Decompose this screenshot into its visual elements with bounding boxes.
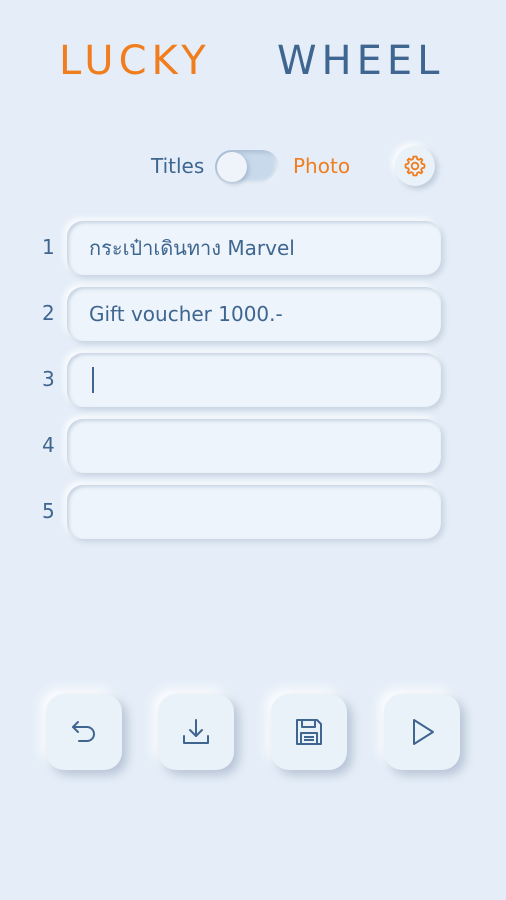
mode-switch[interactable] bbox=[215, 150, 279, 184]
entry-row-5: 5 bbox=[0, 485, 506, 541]
entry-input-4[interactable] bbox=[67, 419, 441, 473]
title-word-lucky: LUCKY bbox=[59, 38, 211, 84]
play-icon bbox=[413, 719, 434, 745]
save-icon bbox=[296, 719, 322, 745]
entry-row-3: 3 bbox=[0, 353, 506, 409]
save-button[interactable] bbox=[271, 694, 347, 770]
entry-number: 2 bbox=[42, 301, 55, 325]
entry-number: 4 bbox=[42, 433, 55, 457]
download-button[interactable] bbox=[158, 694, 234, 770]
entry-row-1: 1 กระเป๋าเดินทาง Marvel bbox=[0, 221, 506, 277]
entry-number: 1 bbox=[42, 235, 55, 259]
download-icon bbox=[183, 719, 209, 744]
title-word-wheel: WHEEL bbox=[277, 38, 445, 84]
app-title: LUCKY WHEEL bbox=[0, 38, 506, 88]
switch-knob bbox=[217, 152, 247, 182]
entry-row-4: 4 bbox=[0, 419, 506, 475]
entry-input-1[interactable]: กระเป๋าเดินทาง Marvel bbox=[67, 221, 441, 275]
entry-input-5[interactable] bbox=[67, 485, 441, 539]
entry-input-3[interactable] bbox=[67, 353, 441, 407]
titles-label[interactable]: Titles bbox=[151, 154, 204, 178]
settings-button[interactable] bbox=[395, 146, 435, 186]
play-button[interactable] bbox=[384, 694, 460, 770]
entry-row-2: 2 Gift voucher 1000.- bbox=[0, 287, 506, 343]
gear-icon bbox=[404, 155, 426, 177]
entry-number: 5 bbox=[42, 499, 55, 523]
entry-input-2[interactable]: Gift voucher 1000.- bbox=[67, 287, 441, 341]
entry-number: 3 bbox=[42, 367, 55, 391]
text-caret bbox=[92, 367, 94, 393]
undo-icon bbox=[72, 721, 95, 742]
undo-button[interactable] bbox=[46, 694, 122, 770]
photo-label[interactable]: Photo bbox=[293, 154, 350, 178]
